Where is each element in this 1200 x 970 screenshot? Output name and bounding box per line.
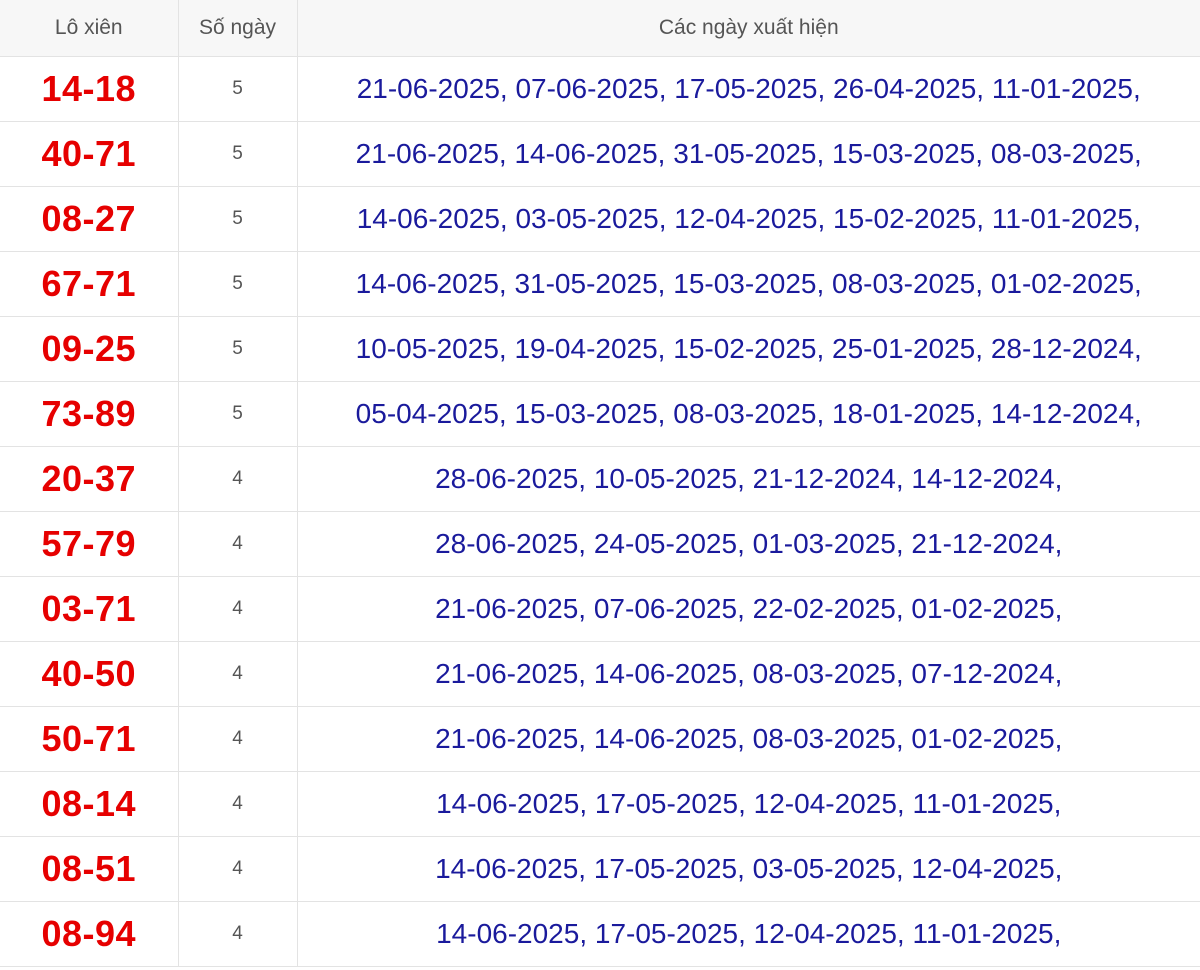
lo-xien-pair: 73-89	[0, 381, 178, 447]
ngay-xuat-hien-list: 28-06-2025, 24-05-2025, 01-03-2025, 21-1…	[296, 511, 1200, 577]
so-ngay-count: 4	[177, 641, 297, 707]
header-so-ngay: Số ngày	[177, 0, 297, 57]
ngay-xuat-hien-list: 21-06-2025, 14-06-2025, 08-03-2025, 07-1…	[296, 641, 1200, 707]
so-ngay-count: 5	[177, 186, 297, 252]
lo-xien-table: Lô xiên Số ngày Các ngày xuất hiện 14-18…	[0, 0, 1200, 967]
so-ngay-count: 4	[177, 446, 297, 512]
ngay-xuat-hien-list: 28-06-2025, 10-05-2025, 21-12-2024, 14-1…	[296, 446, 1200, 512]
ngay-xuat-hien-list: 14-06-2025, 17-05-2025, 12-04-2025, 11-0…	[296, 901, 1200, 967]
so-ngay-count: 5	[177, 251, 297, 317]
lo-xien-pair: 08-94	[0, 901, 178, 967]
lo-xien-pair: 08-51	[0, 836, 178, 902]
table-row: 57-79 4 28-06-2025, 24-05-2025, 01-03-2025…	[0, 511, 1200, 577]
ngay-xuat-hien-list: 14-06-2025, 31-05-2025, 15-03-2025, 08-0…	[296, 251, 1200, 317]
lo-xien-pair: 40-50	[0, 641, 178, 707]
ngay-xuat-hien-list: 10-05-2025, 19-04-2025, 15-02-2025, 25-0…	[296, 316, 1200, 382]
lo-xien-pair: 08-14	[0, 771, 178, 837]
lo-xien-pair: 08-27	[0, 186, 178, 252]
so-ngay-count: 4	[177, 511, 297, 577]
so-ngay-count: 5	[177, 381, 297, 447]
ngay-xuat-hien-list: 14-06-2025, 03-05-2025, 12-04-2025, 15-0…	[296, 186, 1200, 252]
lo-xien-pair: 03-71	[0, 576, 178, 642]
so-ngay-count: 5	[177, 56, 297, 122]
ngay-xuat-hien-list: 14-06-2025, 17-05-2025, 03-05-2025, 12-0…	[296, 836, 1200, 902]
ngay-xuat-hien-list: 21-06-2025, 14-06-2025, 08-03-2025, 01-0…	[296, 706, 1200, 772]
lo-xien-pair: 09-25	[0, 316, 178, 382]
ngay-xuat-hien-list: 05-04-2025, 15-03-2025, 08-03-2025, 18-0…	[296, 381, 1200, 447]
so-ngay-count: 5	[177, 121, 297, 187]
lo-xien-pair: 40-71	[0, 121, 178, 187]
lo-xien-pair: 14-18	[0, 56, 178, 122]
table-row: 03-71 4 21-06-2025, 07-06-2025, 22-02-2025…	[0, 576, 1200, 642]
ngay-xuat-hien-list: 21-06-2025, 14-06-2025, 31-05-2025, 15-0…	[296, 121, 1200, 187]
table-row: 08-51 4 14-06-2025, 17-05-2025, 03-05-2025…	[0, 836, 1200, 902]
lo-xien-pair: 50-71	[0, 706, 178, 772]
so-ngay-count: 4	[177, 576, 297, 642]
table-row: 20-37 4 28-06-2025, 10-05-2025, 21-12-2024…	[0, 446, 1200, 512]
ngay-xuat-hien-list: 21-06-2025, 07-06-2025, 22-02-2025, 01-0…	[296, 576, 1200, 642]
table-row: 73-89 5 05-04-2025, 15-03-2025, 08-03-2025…	[0, 381, 1200, 447]
table-row: 40-71 5 21-06-2025, 14-06-2025, 31-05-2025…	[0, 121, 1200, 187]
ngay-xuat-hien-list: 14-06-2025, 17-05-2025, 12-04-2025, 11-0…	[296, 771, 1200, 837]
header-lo-xien: Lô xiên	[0, 0, 178, 57]
table-row: 50-71 4 21-06-2025, 14-06-2025, 08-03-2025…	[0, 706, 1200, 772]
so-ngay-count: 4	[177, 901, 297, 967]
so-ngay-count: 4	[177, 706, 297, 772]
lo-xien-pair: 67-71	[0, 251, 178, 317]
table-row: 09-25 5 10-05-2025, 19-04-2025, 15-02-2025…	[0, 316, 1200, 382]
so-ngay-count: 4	[177, 836, 297, 902]
so-ngay-count: 4	[177, 771, 297, 837]
lo-xien-pair: 20-37	[0, 446, 178, 512]
table-row: 40-50 4 21-06-2025, 14-06-2025, 08-03-2025…	[0, 641, 1200, 707]
table-header-row: Lô xiên Số ngày Các ngày xuất hiện	[0, 0, 1200, 57]
so-ngay-count: 5	[177, 316, 297, 382]
table-row: 08-94 4 14-06-2025, 17-05-2025, 12-04-2025…	[0, 901, 1200, 967]
table-row: 67-71 5 14-06-2025, 31-05-2025, 15-03-2025…	[0, 251, 1200, 317]
table-row: 14-18 5 21-06-2025, 07-06-2025, 17-05-2025…	[0, 56, 1200, 122]
ngay-xuat-hien-list: 21-06-2025, 07-06-2025, 17-05-2025, 26-0…	[296, 56, 1200, 122]
header-cac-ngay-xuat-hien: Các ngày xuất hiện	[296, 0, 1200, 57]
lo-xien-pair: 57-79	[0, 511, 178, 577]
table-row: 08-14 4 14-06-2025, 17-05-2025, 12-04-2025…	[0, 771, 1200, 837]
table-row: 08-27 5 14-06-2025, 03-05-2025, 12-04-2025…	[0, 186, 1200, 252]
